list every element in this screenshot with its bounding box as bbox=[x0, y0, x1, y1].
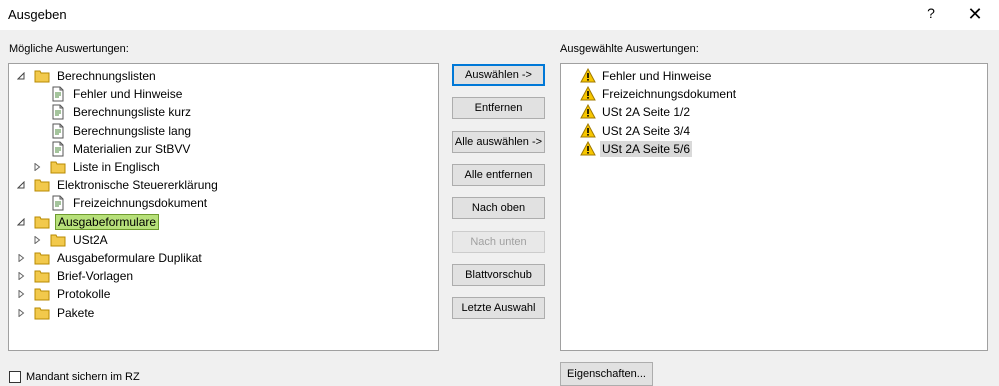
available-reports-tree[interactable]: Berechnungslisten Fehler und Hinweise Bere… bbox=[8, 63, 439, 351]
remove-all-button[interactable]: Alle entfernen bbox=[452, 163, 545, 186]
save-client-label: Mandant sichern im RZ bbox=[26, 371, 140, 383]
select-button[interactable]: Auswählen -> bbox=[452, 64, 545, 86]
tree-item[interactable]: Protokolle bbox=[17, 285, 112, 303]
document-icon bbox=[50, 141, 66, 157]
tree-item[interactable]: Materialien zur StBVV bbox=[33, 140, 192, 158]
folder-icon bbox=[34, 177, 50, 193]
expand-arrow-icon[interactable] bbox=[33, 163, 41, 171]
collapse-arrow-icon[interactable] bbox=[17, 72, 25, 80]
title-bar: Ausgeben ? ✕ bbox=[0, 0, 999, 30]
window-title: Ausgeben bbox=[8, 7, 67, 22]
collapse-arrow-icon[interactable] bbox=[17, 181, 25, 189]
collapse-arrow-icon[interactable] bbox=[17, 217, 25, 226]
tree-item[interactable]: USt2A bbox=[33, 231, 110, 249]
tree-item[interactable]: Berechnungsliste kurz bbox=[33, 103, 193, 121]
document-icon bbox=[50, 104, 66, 120]
expand-arrow-icon[interactable] bbox=[33, 235, 41, 244]
tree-item-label: Ausgabeformulare bbox=[55, 213, 160, 230]
tree-item-label: Berechnungslisten bbox=[57, 69, 156, 83]
tree-item[interactable]: Elektronische Steuererklärung bbox=[17, 176, 220, 194]
folder-icon bbox=[34, 305, 50, 321]
tree-item-label: Materialien zur StBVV bbox=[73, 141, 191, 156]
list-item[interactable]: USt 2A Seite 1/2 bbox=[580, 103, 692, 121]
list-item-label: Freizeichnungsdokument bbox=[602, 87, 737, 102]
available-reports-label: Mögliche Auswertungen: bbox=[9, 43, 129, 55]
save-client-checkbox[interactable] bbox=[9, 371, 21, 383]
tree-item-label: Brief-Vorlagen bbox=[57, 269, 134, 284]
list-item-label: USt 2A Seite 5/6 bbox=[600, 140, 693, 157]
close-button[interactable]: ✕ bbox=[963, 4, 987, 26]
page-feed-button[interactable]: Blattvorschub bbox=[452, 263, 545, 286]
tree-item-label: Ausgabeformulare Duplikat bbox=[57, 251, 202, 265]
tree-item[interactable]: Pakete bbox=[17, 304, 96, 322]
list-item[interactable]: Freizeichnungsdokument bbox=[580, 85, 738, 103]
list-item[interactable]: USt 2A Seite 5/6 bbox=[580, 140, 693, 158]
folder-icon bbox=[34, 250, 50, 266]
tree-item[interactable]: Freizeichnungsdokument bbox=[33, 194, 209, 212]
warning-icon bbox=[580, 122, 596, 139]
folder-icon bbox=[50, 232, 66, 248]
warning-icon bbox=[580, 68, 596, 84]
move-up-button[interactable]: Nach oben bbox=[452, 197, 545, 220]
list-item-label: USt 2A Seite 3/4 bbox=[602, 123, 691, 138]
tree-item-label: Fehler und Hinweise bbox=[73, 87, 183, 102]
folder-icon bbox=[34, 214, 50, 230]
expand-arrow-icon[interactable] bbox=[17, 290, 25, 299]
expand-arrow-icon[interactable] bbox=[17, 308, 25, 317]
move-down-button[interactable]: Nach unten bbox=[452, 230, 545, 253]
document-icon bbox=[50, 123, 66, 139]
tree-item-label: USt2A bbox=[73, 232, 108, 247]
tree-item[interactable]: Berechnungslisten bbox=[17, 67, 158, 85]
folder-icon bbox=[34, 286, 50, 302]
tree-item[interactable]: Berechnungsliste lang bbox=[33, 122, 193, 140]
remove-button[interactable]: Entfernen bbox=[452, 97, 545, 120]
tree-item-label: Berechnungsliste kurz bbox=[73, 105, 192, 120]
document-icon bbox=[50, 195, 66, 211]
selected-reports-list[interactable]: Fehler und Hinweise Freizeichnungsdokumen… bbox=[560, 63, 988, 351]
tree-item[interactable]: Ausgabeformulare Duplikat bbox=[17, 249, 204, 267]
list-item-label: Fehler und Hinweise bbox=[602, 69, 712, 83]
tree-item[interactable]: Brief-Vorlagen bbox=[17, 267, 135, 285]
list-item-label: USt 2A Seite 1/2 bbox=[602, 105, 691, 120]
folder-icon bbox=[34, 268, 50, 284]
last-selection-button[interactable]: Letzte Auswahl bbox=[452, 297, 545, 320]
warning-icon bbox=[580, 86, 596, 102]
folder-icon bbox=[34, 68, 50, 84]
warning-icon bbox=[580, 104, 596, 120]
tree-item-label: Freizeichnungsdokument bbox=[73, 196, 208, 211]
tree-item-label: Liste in Englisch bbox=[73, 160, 160, 174]
list-item[interactable]: Fehler und Hinweise bbox=[580, 67, 713, 85]
tree-item-label: Protokolle bbox=[57, 287, 111, 302]
document-icon bbox=[50, 86, 66, 102]
expand-arrow-icon[interactable] bbox=[17, 272, 25, 281]
tree-item-label: Pakete bbox=[57, 305, 95, 320]
warning-icon bbox=[580, 140, 596, 157]
folder-icon bbox=[50, 159, 66, 175]
list-item[interactable]: USt 2A Seite 3/4 bbox=[580, 122, 692, 140]
expand-arrow-icon[interactable] bbox=[17, 254, 25, 262]
tree-item[interactable]: Fehler und Hinweise bbox=[33, 85, 184, 103]
help-button[interactable]: ? bbox=[922, 5, 940, 25]
selected-reports-label: Ausgewählte Auswertungen: bbox=[560, 43, 699, 55]
tree-item-label: Elektronische Steuererklärung bbox=[57, 178, 218, 193]
tree-item[interactable]: Ausgabeformulare bbox=[17, 213, 160, 231]
tree-item[interactable]: Liste in Englisch bbox=[33, 158, 162, 176]
tree-item-label: Berechnungsliste lang bbox=[73, 123, 192, 138]
properties-button[interactable]: Eigenschaften... bbox=[560, 362, 653, 386]
select-all-button[interactable]: Alle auswählen -> bbox=[452, 130, 545, 153]
